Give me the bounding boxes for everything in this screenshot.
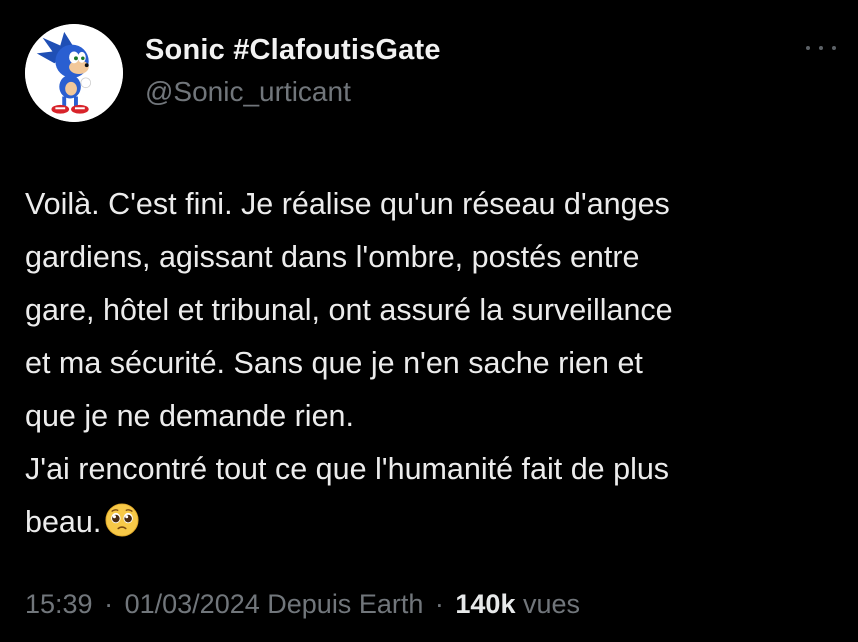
pleading-face-emoji-icon [105, 503, 139, 537]
sonic-avatar-icon[interactable] [25, 24, 123, 122]
author-display-name[interactable]: Sonic #ClafoutisGate [145, 34, 441, 67]
tweet-text-line: gare, hôtel et tribunal, ont assuré la s… [25, 293, 673, 327]
tweet-text-line: J'ai rencontré tout ce que l'humanité fa… [25, 452, 670, 486]
more-options-icon[interactable] [806, 38, 836, 58]
tweet-text-last-words: beau. [25, 505, 102, 539]
separator: · [434, 589, 444, 619]
avatar-illustration [25, 24, 123, 122]
tweet-text-line: gardiens, agissant dans l'ombre, postés … [25, 240, 640, 274]
separator: · [104, 589, 114, 619]
tweet-text-line-last: beau. [25, 496, 845, 549]
more-dot [819, 46, 823, 50]
tweet-text-line: que je ne demande rien. [25, 399, 354, 433]
views-count[interactable]: 140k [455, 589, 515, 619]
tweet-text: Voilà. C'est fini. Je réalise qu'un rése… [25, 178, 845, 549]
more-dot [806, 46, 810, 50]
tweet-metadata: 15:39 · 01/03/2024 Depuis Earth · 140k v… [25, 589, 580, 620]
views-label: vues [522, 589, 581, 619]
author-handle[interactable]: @Sonic_urticant [145, 76, 351, 108]
tweet-card: Sonic #ClafoutisGate @Sonic_urticant Voi… [0, 0, 858, 642]
tweet-text-line: Voilà. C'est fini. Je réalise qu'un rése… [25, 187, 670, 221]
tweet-time[interactable]: 15:39 [25, 589, 93, 619]
tweet-date[interactable]: 01/03/2024 [125, 589, 260, 619]
tweet-text-line: et ma sécurité. Sans que je n'en sache r… [25, 346, 643, 380]
more-dot [832, 46, 836, 50]
tweet-source: Depuis Earth [267, 589, 424, 619]
